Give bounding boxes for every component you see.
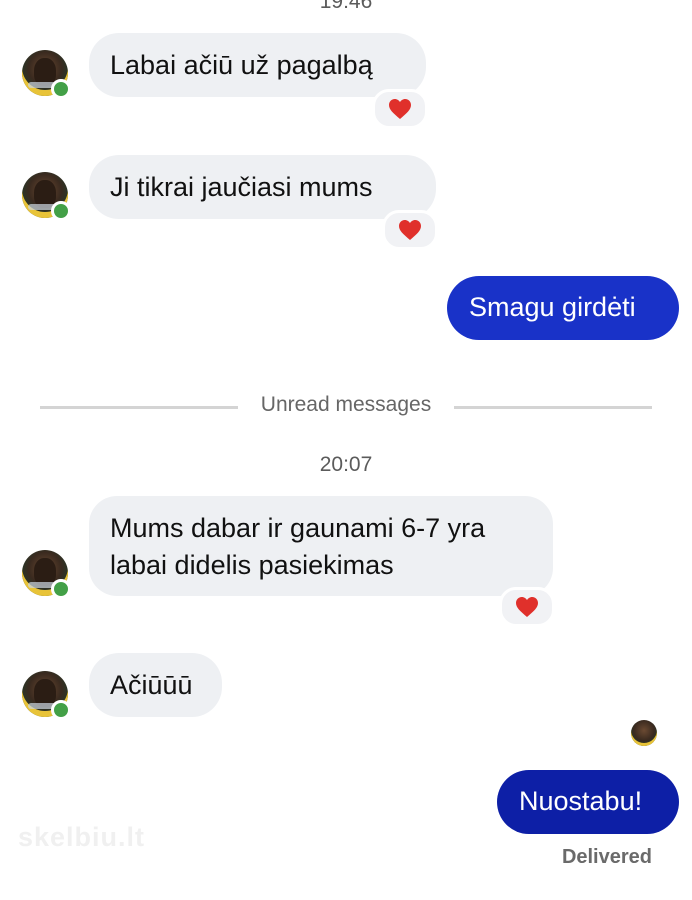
contact-avatar[interactable] <box>22 671 71 720</box>
reaction-badge[interactable] <box>382 210 438 250</box>
incoming-message-bubble[interactable]: Labai ačiū už pagalbą <box>89 33 426 97</box>
seen-by-avatar <box>631 720 657 746</box>
heart-icon <box>516 597 538 617</box>
reaction-badge[interactable] <box>499 587 555 627</box>
message-text-line: Mums dabar ir gaunami 6-7 yra <box>110 513 486 543</box>
contact-avatar[interactable] <box>22 50 71 99</box>
message-text: Labai ačiū už pagalbą <box>110 50 373 80</box>
timestamp: 19:46 <box>319 0 373 13</box>
message-text-line: labai didelis pasiekimas <box>110 550 394 580</box>
contact-avatar[interactable] <box>22 172 71 221</box>
outgoing-message-bubble[interactable]: Smagu girdėti <box>447 276 679 340</box>
outgoing-message-bubble[interactable]: Nuostabu! <box>497 770 679 834</box>
message-text: Nuostabu! <box>519 786 643 816</box>
timestamp: 20:07 <box>319 453 373 476</box>
watermark: skelbiu.lt <box>18 822 146 852</box>
delivery-status: Delivered <box>561 846 652 868</box>
incoming-message-bubble[interactable]: Mums dabar ir gaunami 6-7 yra labai dide… <box>89 496 553 596</box>
heart-icon <box>389 99 411 119</box>
message-text: Ji tikrai jaučiasi mums <box>110 172 373 202</box>
incoming-message-bubble[interactable]: Ji tikrai jaučiasi mums <box>89 155 436 219</box>
online-dot-icon <box>51 700 71 720</box>
online-dot-icon <box>51 201 71 221</box>
heart-icon <box>399 220 421 240</box>
online-dot-icon <box>51 79 71 99</box>
incoming-message-bubble[interactable]: Ačiūūū <box>89 653 222 717</box>
contact-avatar[interactable] <box>22 550 71 599</box>
online-dot-icon <box>51 579 71 599</box>
message-text: Ačiūūū <box>110 670 193 700</box>
divider-line <box>454 406 652 409</box>
unread-divider-label: Unread messages <box>260 393 432 416</box>
reaction-badge[interactable] <box>372 89 428 129</box>
message-text: Smagu girdėti <box>469 292 636 322</box>
